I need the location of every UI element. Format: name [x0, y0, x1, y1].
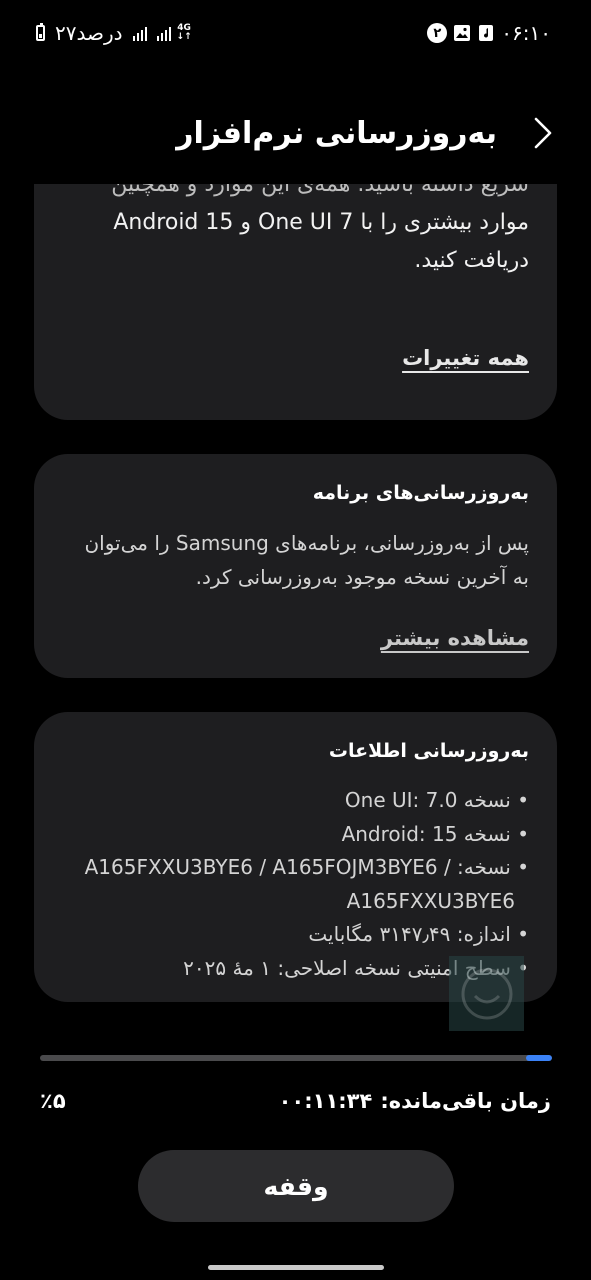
info-size: اندازه: ۳۱۴۷٫۴۹ مگابایت [58, 918, 529, 952]
status-left: ۲۷درصد 4G ↓↑ [36, 21, 192, 45]
changelog-card: سریع داشته باشید. همه‌ی این موارد و همچن… [34, 184, 557, 420]
back-button[interactable] [525, 111, 561, 155]
see-more-link[interactable]: مشاهده بیشتر [381, 626, 529, 650]
download-progress-bar [40, 1055, 552, 1061]
app-updates-title: به‌روزرسانی‌های برنامه [312, 482, 529, 504]
time-remaining-value: ۰۰:۱۱:۳۴ [278, 1089, 373, 1113]
all-changes-link[interactable]: همه تغییرات [402, 346, 529, 370]
download-progress-fill [526, 1055, 552, 1061]
app-updates-card: به‌روزرسانی‌های برنامه پس از به‌روزرسانی… [34, 454, 557, 678]
status-right: ۲ ۰۶:۱۰ [427, 21, 551, 45]
status-time: ۰۶:۱۰ [501, 21, 551, 45]
signal-icon-2 [156, 25, 171, 41]
floating-assistant-icon[interactable] [449, 956, 524, 1031]
chevron-back-icon [534, 117, 552, 149]
progress-percent: ٪۵ [40, 1089, 66, 1113]
changelog-line-2: دریافت کنید. [414, 248, 529, 273]
signal-icon [132, 25, 147, 41]
network-type-icon: 4G ↓↑ [176, 23, 192, 42]
page-title: به‌روزرسانی نرم‌افزار [176, 115, 497, 151]
info-build-number-cont: A165FXXU3BYE6 [346, 888, 515, 913]
info-android-version: نسخه Android: 15 [58, 818, 529, 852]
notification-count-badge: ۲ [427, 23, 448, 43]
pause-button[interactable]: وقفه [138, 1150, 454, 1222]
home-indicator [208, 1265, 384, 1270]
changelog-cut-line: سریع داشته باشید. همه‌ی این موارد و همچن… [111, 184, 529, 197]
music-file-icon [477, 24, 495, 42]
progress-info-row: زمان باقی‌مانده: ۰۰:۱۱:۳۴ ٪۵ [40, 1084, 551, 1118]
changelog-line-1: موارد بیشتری را با One UI 7 و Android 15 [113, 210, 529, 235]
status-bar: ۲۷درصد 4G ↓↑ ۲ ۰۶:۱۰ [36, 18, 551, 48]
info-build-number: نسخه: A165FXXU3BYE6 / A165FOJM3BYE6 / [58, 851, 529, 885]
page-header: به‌روزرسانی نرم‌افزار [30, 108, 561, 158]
time-remaining-label: زمان باقی‌مانده: [380, 1089, 551, 1113]
time-remaining: زمان باقی‌مانده: ۰۰:۱۱:۳۴ [279, 1089, 551, 1113]
battery-icon [36, 23, 45, 41]
app-updates-body: پس از به‌روزرسانی، برنامه‌های Samsung را… [84, 531, 529, 589]
battery-label: ۲۷درصد [55, 21, 123, 45]
info-oneui-version: نسخه One UI: 7.0 [58, 784, 529, 818]
update-info-title: به‌روزرسانی اطلاعات [328, 740, 529, 762]
gallery-icon [453, 24, 471, 42]
update-info-list: نسخه One UI: 7.0 نسخه Android: 15 نسخه: … [58, 784, 529, 985]
changelog-text: سریع داشته باشید. همه‌ی این موارد و همچن… [62, 184, 529, 280]
